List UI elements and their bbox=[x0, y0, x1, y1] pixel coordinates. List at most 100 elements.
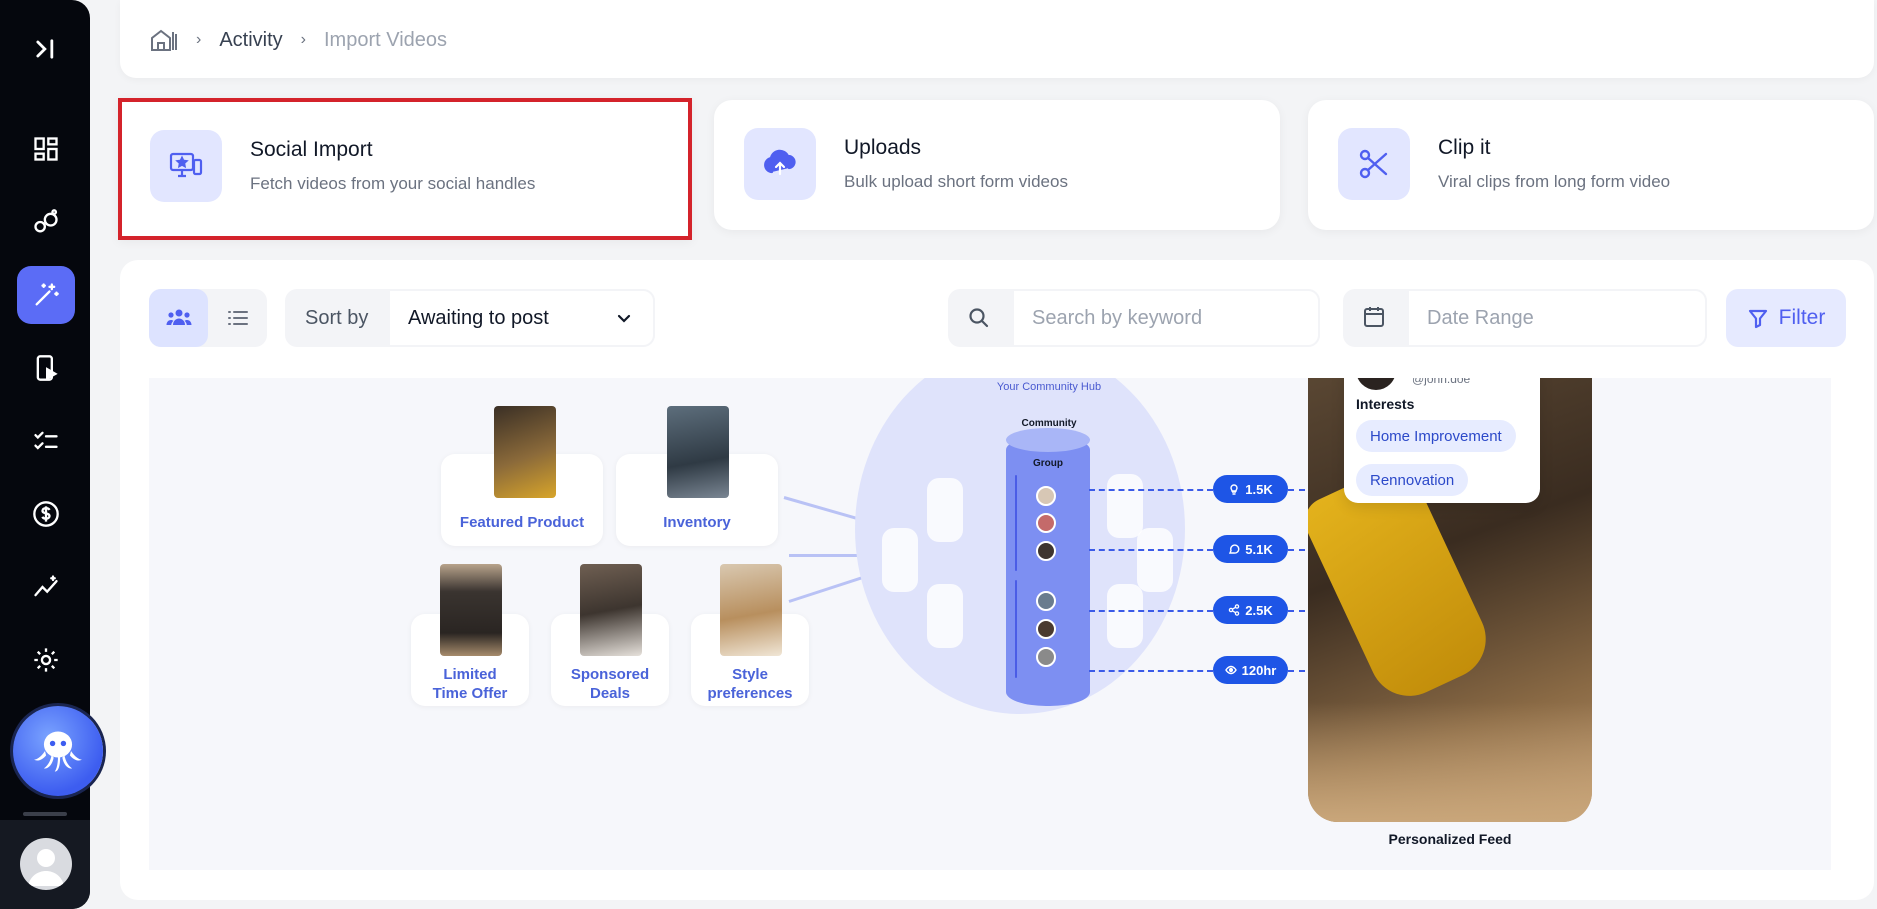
breadcrumb-bar: › Activity › Import Videos bbox=[120, 0, 1874, 78]
metric-value: 2.5K bbox=[1245, 602, 1273, 618]
feature-illustration: Featured Product Inventory Limited Time … bbox=[149, 378, 1831, 870]
metric-shares: 2.5K bbox=[1213, 596, 1288, 624]
eye-icon bbox=[1224, 665, 1237, 675]
octopus-icon bbox=[34, 731, 82, 772]
lightbulb-icon bbox=[1230, 484, 1238, 495]
ghost-card bbox=[1107, 474, 1143, 538]
member-avatar bbox=[1036, 647, 1056, 667]
tile-label: Inventory bbox=[663, 514, 731, 531]
profile-handle: @john.doe bbox=[1412, 378, 1471, 386]
filter-icon bbox=[1748, 309, 1767, 329]
card-title: Clip it bbox=[1438, 136, 1491, 159]
social-import-icon-box bbox=[150, 130, 222, 202]
ghost-card bbox=[927, 584, 963, 648]
metric-connector bbox=[1089, 549, 1213, 551]
breadcrumb: › Activity › Import Videos bbox=[150, 28, 447, 52]
interests-label: Interests bbox=[1356, 396, 1415, 412]
list-view-button[interactable] bbox=[208, 289, 267, 347]
cloud-upload-icon bbox=[764, 149, 796, 176]
ghost-card bbox=[927, 478, 963, 542]
share-icon bbox=[1229, 604, 1240, 616]
clip-it-icon-box bbox=[1338, 128, 1410, 200]
expand-icon bbox=[36, 39, 54, 59]
mobile-video-icon bbox=[36, 355, 58, 381]
ghost-card bbox=[1137, 528, 1173, 592]
tile-label: Sponsored Deals bbox=[570, 666, 650, 702]
sidebar-item-community[interactable] bbox=[17, 193, 75, 251]
social-import-card[interactable]: Social Import Fetch videos from your soc… bbox=[118, 98, 692, 240]
chat-icon bbox=[1229, 544, 1240, 554]
sidebar-item-settings[interactable] bbox=[17, 631, 75, 689]
date-range-input[interactable] bbox=[1407, 289, 1707, 347]
search-icon bbox=[969, 308, 989, 328]
user-icon bbox=[28, 849, 64, 886]
sidebar-item-magic[interactable] bbox=[17, 266, 75, 324]
member-avatar bbox=[1036, 591, 1056, 611]
dollar-icon bbox=[33, 501, 59, 527]
search-input[interactable] bbox=[1012, 289, 1320, 347]
user-avatar[interactable] bbox=[20, 838, 72, 890]
sidebar-item-analytics[interactable] bbox=[17, 558, 75, 616]
grid-view-button[interactable] bbox=[149, 289, 208, 347]
profile-avatar bbox=[1356, 378, 1396, 390]
sidebar-item-dashboard[interactable] bbox=[17, 120, 75, 178]
card-subtitle: Fetch videos from your social handles bbox=[250, 174, 536, 193]
clip-it-card[interactable]: Clip it Viral clips from long form video bbox=[1308, 100, 1874, 230]
chevron-down-icon bbox=[617, 314, 631, 323]
sort-label: Sort by bbox=[305, 307, 369, 329]
hub-title: Your Community Hub bbox=[996, 381, 1102, 393]
assistant-mascot-button[interactable] bbox=[13, 706, 103, 796]
breadcrumb-import-videos: Import Videos bbox=[324, 28, 448, 51]
metric-ideas: 1.5K bbox=[1213, 475, 1288, 503]
sidebar-item-videos[interactable] bbox=[17, 339, 75, 397]
featured-product-photo bbox=[494, 406, 556, 498]
trend-icon bbox=[34, 575, 58, 597]
checklist-icon bbox=[34, 431, 58, 450]
view-toggle bbox=[149, 289, 267, 347]
expand-sidebar-button[interactable] bbox=[17, 20, 75, 78]
uploads-icon-box bbox=[744, 128, 816, 200]
metric-value: 1.5K bbox=[1245, 481, 1273, 497]
member-avatar bbox=[1036, 513, 1056, 533]
profile-card: @john.doe Interests Home Improvement Ren… bbox=[1344, 378, 1540, 503]
breadcrumb-activity[interactable]: Activity bbox=[219, 29, 282, 52]
member-avatar bbox=[1036, 486, 1056, 506]
tile-label: Style preferences bbox=[707, 666, 793, 702]
metric-connector bbox=[1089, 670, 1213, 672]
tile-label: Featured Product bbox=[459, 514, 585, 531]
filter-button[interactable]: Filter bbox=[1726, 289, 1846, 347]
limited-offer-photo bbox=[440, 564, 502, 656]
metric-comments: 5.1K bbox=[1213, 535, 1288, 563]
list-icon bbox=[227, 311, 248, 325]
card-title: Social Import bbox=[250, 138, 373, 161]
search-box bbox=[948, 289, 1320, 347]
member-avatar bbox=[1036, 619, 1056, 639]
member-avatar bbox=[1036, 541, 1056, 561]
home-icon[interactable] bbox=[150, 28, 178, 52]
gear-icon bbox=[34, 648, 58, 672]
tile-label: Limited Time Offer bbox=[432, 666, 508, 702]
card-title: Uploads bbox=[844, 136, 922, 159]
sponsored-deals-photo bbox=[580, 564, 642, 656]
date-range-box bbox=[1343, 289, 1707, 347]
users-group-icon bbox=[166, 309, 191, 325]
sidebar-item-monetize[interactable] bbox=[17, 485, 75, 543]
sidebar-item-tasks[interactable] bbox=[17, 412, 75, 470]
community-cylinder-top bbox=[1006, 428, 1090, 452]
group-box bbox=[1015, 475, 1017, 571]
sort-control: Sort by Awaiting to post bbox=[285, 289, 655, 347]
monitor-star-icon bbox=[169, 152, 203, 178]
magic-wand-icon bbox=[35, 283, 59, 306]
workbench-photo bbox=[1308, 702, 1592, 822]
metric-value: 5.1K bbox=[1245, 541, 1273, 557]
content-panel: Sort by Awaiting to post Filter Featured… bbox=[120, 260, 1874, 900]
group-label: Group bbox=[1033, 458, 1063, 469]
style-preferences-photo bbox=[720, 564, 782, 656]
sidebar-divider bbox=[23, 812, 67, 816]
uploads-card[interactable]: Uploads Bulk upload short form videos bbox=[714, 100, 1280, 230]
sort-value: Awaiting to post bbox=[408, 307, 549, 329]
sort-select[interactable]: Awaiting to post bbox=[388, 289, 655, 347]
inventory-photo bbox=[667, 406, 729, 498]
card-subtitle: Bulk upload short form videos bbox=[844, 172, 1068, 191]
feed-caption: Personalized Feed bbox=[1388, 831, 1512, 847]
